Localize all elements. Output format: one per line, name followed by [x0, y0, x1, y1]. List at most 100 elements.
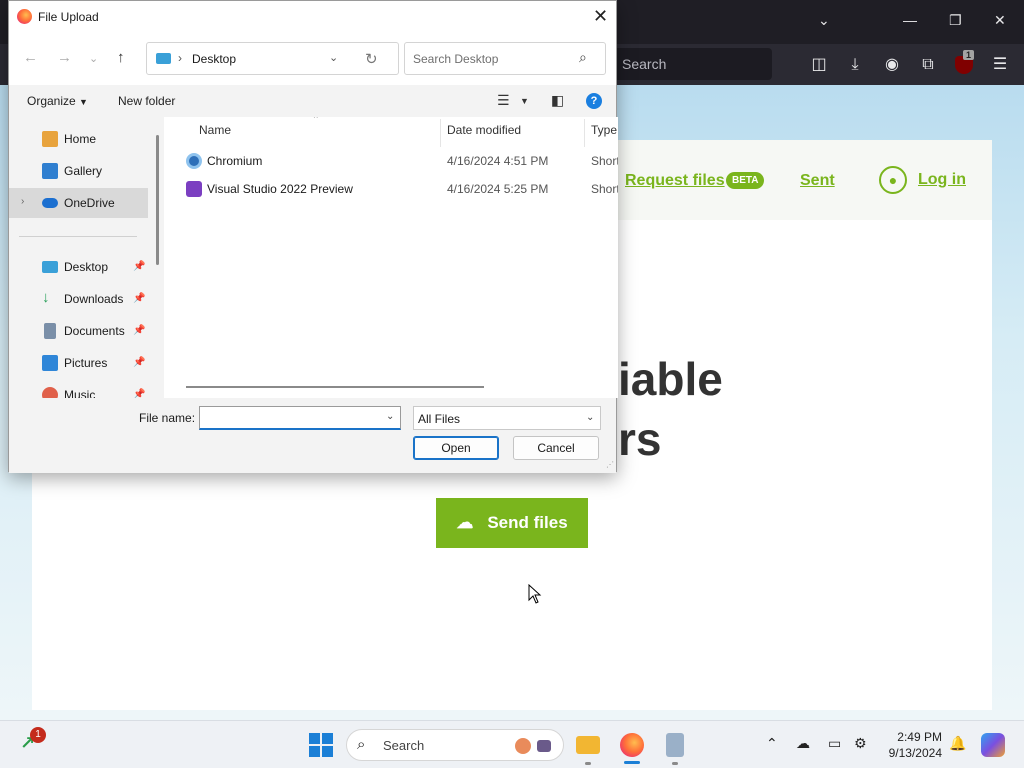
app-icon[interactable]: [666, 733, 684, 757]
download-icon[interactable]: ⤓: [844, 54, 866, 76]
search-icon: ⌕: [357, 736, 366, 753]
sidebar-item-gallery[interactable]: Gallery: [9, 156, 148, 186]
open-button[interactable]: Open: [413, 436, 499, 460]
column-divider[interactable]: [440, 119, 441, 147]
pocket-icon[interactable]: ◫: [808, 54, 830, 76]
start-button[interactable]: [309, 733, 333, 757]
running-indicator: [585, 762, 591, 765]
sidebar-item-onedrive[interactable]: › OneDrive: [9, 188, 148, 218]
preview-pane-icon[interactable]: ◧: [551, 92, 564, 109]
file-name-dropdown-icon[interactable]: ⌄: [386, 411, 394, 422]
notification-bell-icon[interactable]: 🔔: [949, 735, 966, 752]
copilot-icon[interactable]: [981, 733, 1005, 757]
firefox-icon[interactable]: [620, 733, 644, 757]
recent-locations-chevron-icon[interactable]: ⌄: [89, 52, 98, 65]
taskbar: ↗ 1 ⌕ Search ⌃ ☁ ▭ ⚙ 2:49 PM 9/13/2024 🔔: [0, 720, 1024, 768]
dialog-search-input[interactable]: Search Desktop ⌕: [404, 42, 606, 75]
sidebar-scrollbar[interactable]: [156, 135, 159, 265]
address-location[interactable]: Desktop: [192, 52, 236, 66]
chevron-down-icon: ⌄: [586, 412, 595, 423]
network-icon[interactable]: ⚙: [854, 735, 867, 752]
user-icon[interactable]: ●: [879, 166, 907, 194]
sidebar-item-music[interactable]: Music 📌: [9, 380, 148, 398]
up-arrow-icon[interactable]: ↑: [117, 49, 125, 66]
widget-notification-badge: 1: [30, 727, 46, 743]
windows-logo-tile: [322, 733, 333, 744]
browser-search-field[interactable]: Search: [612, 48, 772, 80]
tab-list-chevron-icon[interactable]: ⌄: [818, 12, 830, 29]
new-folder-button[interactable]: New folder: [118, 94, 175, 108]
forward-arrow-icon[interactable]: →: [57, 49, 72, 66]
account-icon[interactable]: ◉: [881, 54, 903, 76]
login-link[interactable]: Log in: [918, 171, 966, 189]
file-row[interactable]: Chromium 4/16/2024 4:51 PM Shortcut: [166, 147, 618, 175]
clock[interactable]: 2:49 PM 9/13/2024: [872, 729, 942, 761]
view-options-icon[interactable]: ☰: [497, 92, 510, 109]
sidebar-item-documents[interactable]: Documents 📌: [9, 316, 148, 346]
menu-icon[interactable]: ☰: [989, 54, 1011, 76]
file-type-select[interactable]: All Files ⌄: [413, 406, 601, 430]
column-header-type[interactable]: Type: [591, 123, 617, 137]
sidebar-item-label: Pictures: [64, 356, 108, 370]
refresh-icon[interactable]: ↻: [365, 50, 378, 68]
cloud-upload-icon: ☁: [456, 513, 474, 532]
file-name-input[interactable]: [199, 406, 401, 430]
column-header-name[interactable]: Name: [199, 123, 231, 137]
dialog-search-placeholder: Search Desktop: [413, 52, 499, 66]
pin-icon[interactable]: 📌: [133, 261, 145, 272]
search-icon[interactable]: ⌕: [579, 49, 587, 66]
pin-icon[interactable]: 📌: [133, 325, 145, 336]
extensions-icon[interactable]: ⧉: [917, 54, 939, 76]
cancel-button[interactable]: Cancel: [513, 436, 599, 460]
minimize-window-button[interactable]: —: [903, 12, 917, 28]
restore-window-button[interactable]: ❐: [949, 12, 962, 29]
file-type: Shortcut: [591, 182, 618, 196]
sent-link[interactable]: Sent: [800, 172, 835, 190]
file-row[interactable]: Visual Studio 2022 Preview 4/16/2024 5:2…: [166, 175, 618, 203]
file-date: 4/16/2024 5:25 PM: [447, 182, 549, 196]
expand-chevron-icon[interactable]: ›: [21, 196, 24, 207]
send-files-label: Send files: [487, 513, 568, 532]
home-icon: [42, 131, 58, 147]
sidebar-divider: [19, 236, 137, 237]
sidebar-item-label: Desktop: [64, 260, 109, 274]
back-arrow-icon[interactable]: ←: [23, 49, 38, 66]
sidebar-item-label: Downloads: [64, 292, 124, 306]
close-window-button[interactable]: ✕: [994, 12, 1006, 29]
organize-button[interactable]: Organize ▼: [27, 94, 88, 108]
column-divider[interactable]: [584, 119, 585, 147]
help-icon[interactable]: ?: [586, 93, 602, 109]
sidebar-item-desktop[interactable]: Desktop 📌: [9, 252, 148, 282]
request-files-link[interactable]: Request files: [625, 172, 725, 190]
resize-grip-icon[interactable]: ⋰: [606, 460, 614, 469]
navigation-pane: Home Gallery › OneDrive Desktop 📌 ↓ Down…: [9, 117, 164, 398]
sidebar-item-pictures[interactable]: Pictures 📌: [9, 348, 148, 378]
onedrive-offline-icon[interactable]: ☁: [796, 735, 810, 752]
downloads-folder-icon: ↓: [42, 289, 50, 306]
file-explorer-icon[interactable]: [576, 736, 600, 754]
dialog-close-button[interactable]: ✕: [593, 6, 608, 27]
windows-logo-tile: [309, 746, 320, 757]
view-dropdown-icon[interactable]: ▼: [520, 96, 529, 106]
pin-icon[interactable]: 📌: [133, 293, 145, 304]
sidebar-item-downloads[interactable]: ↓ Downloads 📌: [9, 284, 148, 314]
pictures-folder-icon: [42, 355, 58, 371]
send-files-button[interactable]: ☁ Send files: [436, 498, 588, 548]
chromium-icon: [186, 153, 202, 169]
active-indicator: [624, 761, 640, 764]
column-header-date[interactable]: Date modified: [447, 123, 521, 137]
horizontal-scrollbar[interactable]: [186, 386, 484, 388]
show-hidden-icons-chevron-icon[interactable]: ⌃: [766, 735, 778, 752]
address-dropdown-icon[interactable]: ⌄: [329, 51, 338, 64]
command-bar: Organize ▼ New folder ☰ ▼ ◧ ?: [9, 85, 616, 117]
search-highlight-icon: [515, 738, 551, 754]
file-type: Shortcut: [591, 154, 618, 168]
taskbar-search[interactable]: ⌕ Search: [346, 729, 564, 761]
dialog-title: File Upload: [38, 10, 99, 24]
display-icon[interactable]: ▭: [828, 735, 841, 752]
address-bar[interactable]: › Desktop ⌄ ↻: [146, 42, 399, 75]
desktop-folder-icon: [42, 261, 58, 273]
pin-icon[interactable]: 📌: [133, 389, 145, 398]
sidebar-item-home[interactable]: Home: [9, 124, 148, 154]
pin-icon[interactable]: 📌: [133, 357, 145, 368]
